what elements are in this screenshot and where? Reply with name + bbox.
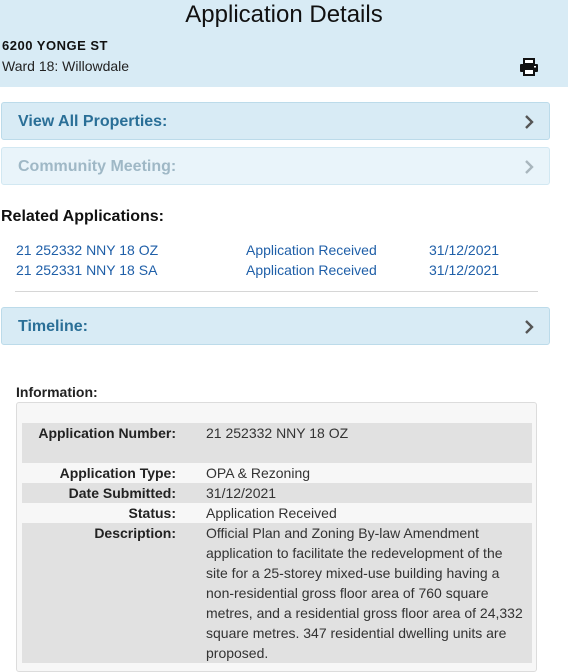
related-application-number-link[interactable]: 21 252332 NNY 18 OZ: [16, 242, 158, 258]
info-value: Application Received: [206, 505, 337, 521]
info-row-status: Status: Application Received: [22, 503, 532, 523]
view-all-properties-label: View All Properties:: [18, 113, 168, 130]
chevron-right-icon: [525, 160, 534, 174]
ward-label: Ward 18: Willowdale: [2, 58, 130, 74]
info-row-date-submitted: Date Submitted: 31/12/2021: [22, 483, 532, 503]
timeline-label: Timeline:: [18, 318, 88, 335]
chevron-right-icon: [525, 115, 534, 129]
info-value: Official Plan and Zoning By-law Amendmen…: [206, 525, 523, 661]
info-label: Application Number:: [38, 425, 176, 441]
info-label: Date Submitted:: [68, 485, 176, 501]
page-header: Application Details 6200 YONGE ST Ward 1…: [0, 0, 568, 87]
printer-icon[interactable]: [518, 56, 540, 78]
information-heading: Information:: [16, 384, 98, 400]
related-application-number-link[interactable]: 21 252331 NNY 18 SA: [16, 262, 157, 278]
info-row-description: Description: Official Plan and Zoning By…: [22, 523, 532, 663]
related-application-row: 21 252331 NNY 18 SA Application Received…: [16, 262, 536, 282]
info-row-application-number: Application Number: 21 252332 NNY 18 OZ: [22, 423, 532, 463]
information-table: Application Number: 21 252332 NNY 18 OZ …: [16, 402, 537, 672]
info-value: 31/12/2021: [206, 485, 277, 501]
info-value: OPA & Rezoning: [206, 465, 311, 481]
chevron-right-icon: [525, 320, 534, 334]
community-meeting-label: Community Meeting:: [18, 158, 177, 175]
info-value: 21 252332 NNY 18 OZ: [206, 425, 349, 441]
info-label: Description:: [94, 525, 176, 541]
related-application-status-link[interactable]: Application Received: [246, 242, 377, 258]
timeline-accordion[interactable]: Timeline:: [1, 307, 550, 345]
info-label: Application Type:: [59, 465, 176, 481]
related-application-date-link[interactable]: 31/12/2021: [429, 262, 499, 278]
info-label: Status:: [128, 505, 176, 521]
section-divider: [15, 291, 538, 292]
page-title: Application Details: [185, 1, 383, 28]
related-application-row: 21 252332 NNY 18 OZ Application Received…: [16, 242, 536, 262]
community-meeting-accordion[interactable]: Community Meeting:: [1, 147, 550, 185]
related-application-date-link[interactable]: 31/12/2021: [429, 242, 499, 258]
property-address: 6200 YONGE ST: [2, 38, 108, 53]
related-applications-heading: Related Applications:: [1, 208, 164, 225]
related-application-status-link[interactable]: Application Received: [246, 262, 377, 278]
view-all-properties-accordion[interactable]: View All Properties:: [1, 102, 550, 140]
info-row-application-type: Application Type: OPA & Rezoning: [22, 463, 532, 483]
